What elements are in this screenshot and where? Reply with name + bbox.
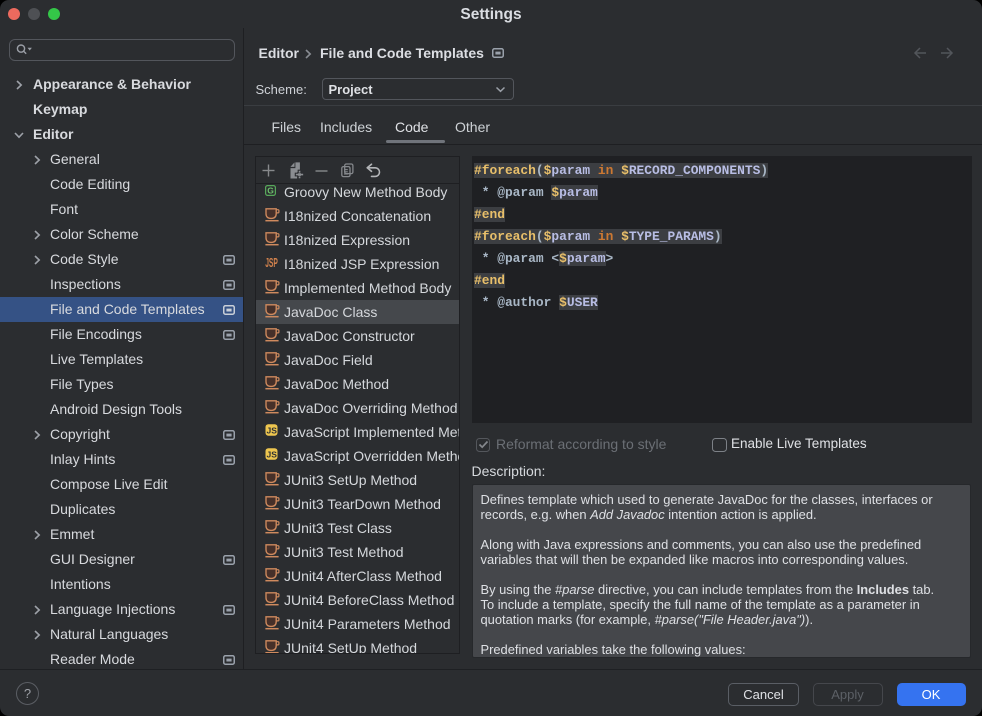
svg-text:JS: JS: [266, 450, 277, 460]
svg-text:G: G: [267, 185, 274, 195]
svg-text:JSP: JSP: [265, 256, 278, 269]
svg-text:JS: JS: [266, 426, 277, 436]
